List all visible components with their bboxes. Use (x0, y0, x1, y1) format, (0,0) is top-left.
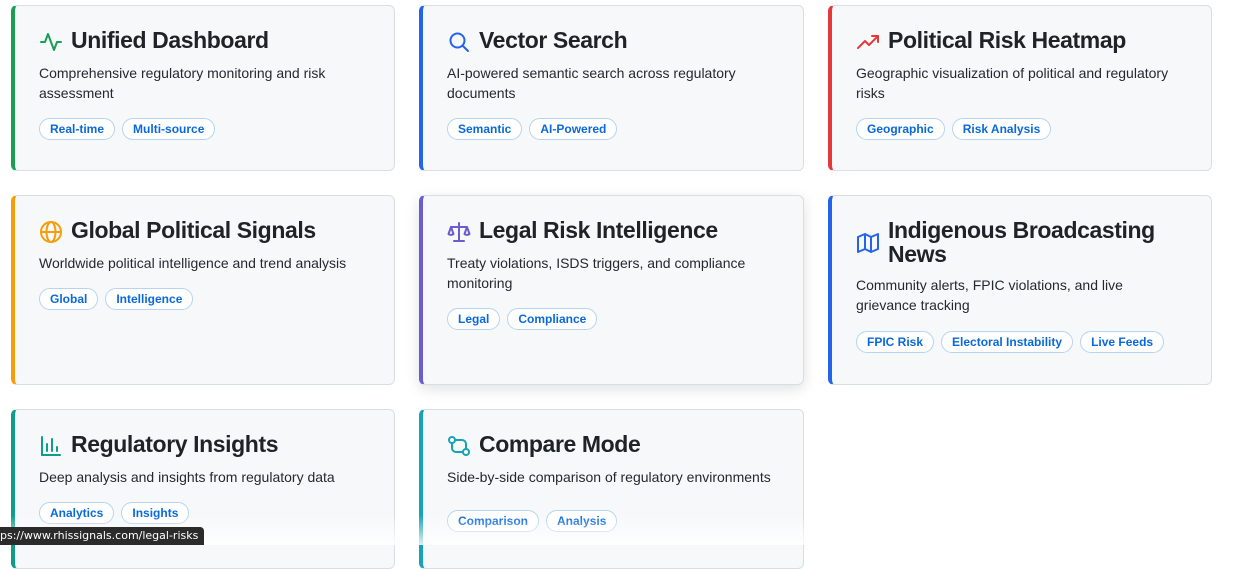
tag-list: Legal Compliance (447, 308, 779, 330)
card-title: Regulatory Insights (71, 431, 279, 457)
tag-list: Global Intelligence (39, 288, 370, 310)
tag: Multi-source (122, 118, 216, 140)
card-description: Side-by-side comparison of regulatory en… (447, 469, 771, 485)
map-icon (856, 231, 880, 255)
tag-list: FPIC Risk Electoral Instability Live Fee… (856, 331, 1187, 353)
card-political-risk-heatmap[interactable]: Political Risk Heatmap Geographic visual… (828, 5, 1212, 171)
tag-list: Analytics Insights (39, 502, 370, 524)
tag-list: Real-time Multi-source (39, 118, 370, 140)
card-description: Treaty violations, ISDS triggers, and co… (447, 255, 746, 291)
tag: Real-time (39, 118, 116, 140)
tag: AI-Powered (529, 118, 618, 140)
link-status-bar: ps://www.rhissignals.com/legal-risks (0, 527, 205, 545)
card-description: Comprehensive regulatory monitoring and … (39, 65, 326, 101)
card-title: Unified Dashboard (71, 27, 269, 53)
card-title: Compare Mode (479, 431, 641, 457)
tag: Electoral Instability (941, 331, 1074, 353)
card-title: Global Political Signals (71, 217, 316, 243)
card-description: Worldwide political intelligence and tre… (39, 255, 347, 271)
tag: Compliance (507, 308, 598, 330)
tag: FPIC Risk (856, 331, 935, 353)
card-title: Indigenous Broadcasting News (888, 217, 1155, 267)
card-global-political-signals[interactable]: Global Political Signals Worldwide polit… (11, 195, 395, 385)
card-title: Legal Risk Intelligence (479, 217, 718, 243)
card-unified-dashboard[interactable]: Unified Dashboard Comprehensive regulato… (11, 5, 395, 171)
globe-icon (39, 220, 63, 244)
tag: Intelligence (105, 288, 194, 310)
tag: Comparison (447, 510, 540, 532)
scale-icon (447, 220, 471, 244)
card-title: Political Risk Heatmap (888, 27, 1126, 53)
card-legal-risk-intelligence[interactable]: Legal Risk Intelligence Treaty violation… (419, 195, 804, 385)
git-compare-icon (447, 434, 471, 458)
card-compare-mode[interactable]: Compare Mode Side-by-side comparison of … (419, 409, 804, 569)
trending-up-icon (856, 30, 880, 54)
tag: Global (39, 288, 99, 310)
tag: Live Feeds (1080, 331, 1165, 353)
card-indigenous-broadcasting-news[interactable]: Indigenous Broadcasting News Community a… (828, 195, 1212, 385)
card-description: Geographic visualization of political an… (856, 65, 1169, 101)
card-regulatory-insights[interactable]: Regulatory Insights Deep analysis and in… (11, 409, 395, 569)
tag: Legal (447, 308, 501, 330)
tag-list: Semantic AI-Powered (447, 118, 779, 140)
bar-chart-icon (39, 434, 63, 458)
tag-list: Comparison Analysis (447, 510, 779, 532)
activity-icon (39, 30, 63, 54)
tag-list: Geographic Risk Analysis (856, 118, 1187, 140)
card-description: Deep analysis and insights from regulato… (39, 469, 335, 485)
tag: Geographic (856, 118, 945, 140)
tag: Analytics (39, 502, 115, 524)
tag: Risk Analysis (951, 118, 1052, 140)
card-description: AI-powered semantic search across regula… (447, 65, 736, 101)
card-title: Vector Search (479, 27, 628, 53)
search-icon (447, 30, 471, 54)
tag: Analysis (546, 510, 618, 532)
tag: Insights (121, 502, 190, 524)
tag: Semantic (447, 118, 523, 140)
card-description: Community alerts, FPIC violations, and l… (856, 277, 1123, 313)
card-vector-search[interactable]: Vector Search AI-powered semantic search… (419, 5, 804, 171)
